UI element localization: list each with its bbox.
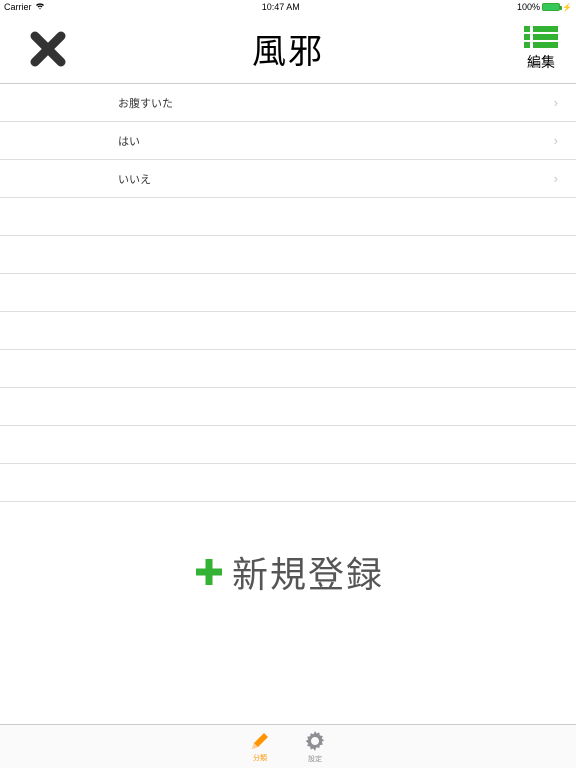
list: お腹すいた › はい › いいえ ›: [0, 84, 576, 502]
pencil-icon: [249, 730, 271, 752]
close-icon: [27, 28, 69, 70]
tab-category-label: 分類: [253, 753, 267, 763]
tab-category[interactable]: 分類: [249, 730, 271, 763]
list-item-label: いいえ: [118, 171, 151, 187]
gear-icon: [303, 729, 327, 753]
list-item-label: はい: [118, 133, 140, 149]
list-item-empty: [0, 464, 576, 502]
list-item-label: お腹すいた: [118, 95, 173, 111]
plus-icon: [192, 555, 226, 589]
list-item[interactable]: はい ›: [0, 122, 576, 160]
close-button[interactable]: [24, 25, 72, 73]
list-item-empty: [0, 388, 576, 426]
list-item[interactable]: お腹すいた ›: [0, 84, 576, 122]
list-item[interactable]: いいえ ›: [0, 160, 576, 198]
status-time: 10:47 AM: [262, 2, 300, 12]
list-item-empty: [0, 274, 576, 312]
tab-settings[interactable]: 設定: [303, 729, 327, 764]
wifi-icon: [35, 2, 45, 12]
tab-settings-label: 設定: [308, 754, 322, 764]
carrier-text: Carrier: [4, 2, 32, 12]
add-new-button[interactable]: 新規登録: [0, 546, 576, 598]
status-right: 100% ⚡: [517, 2, 572, 12]
status-left: Carrier: [4, 2, 45, 12]
list-item-empty: [0, 198, 576, 236]
tab-bar: 分類 設定: [0, 724, 576, 768]
battery-text: 100%: [517, 2, 540, 12]
chevron-right-icon: ›: [554, 95, 558, 110]
list-item-empty: [0, 236, 576, 274]
edit-button[interactable]: 編集: [524, 25, 558, 72]
page-title: 風邪: [252, 24, 324, 73]
charging-icon: ⚡: [562, 3, 572, 12]
list-item-empty: [0, 350, 576, 388]
battery-icon: [542, 3, 560, 11]
list-item-empty: [0, 426, 576, 464]
chevron-right-icon: ›: [554, 171, 558, 186]
add-new-label: 新規登録: [232, 546, 384, 598]
chevron-right-icon: ›: [554, 133, 558, 148]
list-item-empty: [0, 312, 576, 350]
header: 風邪 編集: [0, 14, 576, 84]
edit-label: 編集: [527, 52, 555, 72]
list-icon: [524, 25, 558, 49]
status-bar: Carrier 10:47 AM 100% ⚡: [0, 0, 576, 14]
